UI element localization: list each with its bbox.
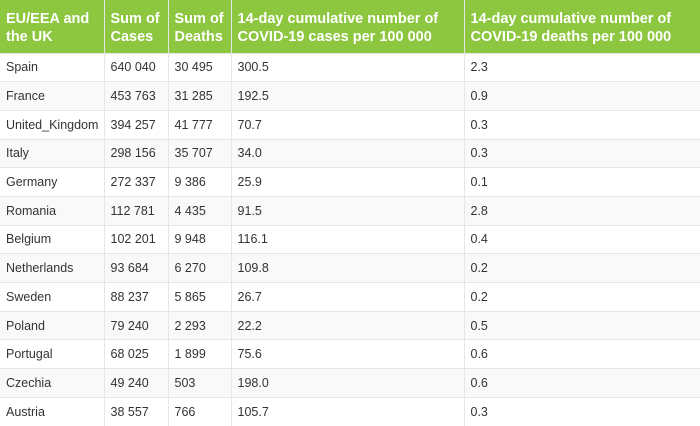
header-sum-of-deaths[interactable]: Sum of Deaths <box>168 0 232 53</box>
cell-sum-of-cases: 38 557 <box>104 396 169 426</box>
cell-country: Austria <box>0 396 105 426</box>
table-row: Belgium 102 201 9 948 116.1 0.4 <box>0 224 700 254</box>
cell-14day-deaths-per-100k: 0.3 <box>464 109 700 140</box>
table-row: Spain 640 040 30 495 300.5 2.3 <box>0 52 700 82</box>
cell-sum-of-deaths: 2 293 <box>168 310 232 340</box>
header-14day-deaths-per-100k[interactable]: 14-day cumulative number of COVID-19 dea… <box>464 0 700 53</box>
cell-sum-of-deaths: 1 899 <box>168 339 232 369</box>
table-row: Sweden 88 237 5 865 26.7 0.2 <box>0 282 700 312</box>
cell-14day-cases-per-100k: 70.7 <box>231 109 465 140</box>
cell-14day-cases-per-100k: 300.5 <box>231 52 465 82</box>
cell-sum-of-cases: 49 240 <box>104 368 169 398</box>
header-country[interactable]: EU/EEA and the UK <box>0 0 105 53</box>
cell-14day-deaths-per-100k: 0.2 <box>464 282 700 312</box>
cell-14day-deaths-per-100k: 0.4 <box>464 224 700 254</box>
table-row: Italy 298 156 35 707 34.0 0.3 <box>0 138 700 168</box>
table-row: Portugal 68 025 1 899 75.6 0.6 <box>0 339 700 369</box>
cell-14day-deaths-per-100k: 0.6 <box>464 339 700 369</box>
cell-country: Portugal <box>0 339 105 369</box>
cell-14day-deaths-per-100k: 0.9 <box>464 81 700 111</box>
cell-sum-of-deaths: 4 435 <box>168 195 232 226</box>
cell-14day-cases-per-100k: 34.0 <box>231 138 465 168</box>
cell-sum-of-cases: 79 240 <box>104 310 169 340</box>
cell-country: Italy <box>0 138 105 168</box>
cell-14day-cases-per-100k: 109.8 <box>231 253 465 283</box>
cell-sum-of-cases: 640 040 <box>104 52 169 82</box>
cell-sum-of-deaths: 9 386 <box>168 167 232 197</box>
covid-statistics-table: EU/EEA and the UK Sum of Cases Sum of De… <box>0 0 700 426</box>
cell-sum-of-deaths: 30 495 <box>168 52 232 82</box>
cell-sum-of-deaths: 9 948 <box>168 224 232 254</box>
cell-14day-deaths-per-100k: 0.3 <box>464 138 700 168</box>
cell-country: France <box>0 81 105 111</box>
table-row: Czechia 49 240 503 198.0 0.6 <box>0 368 700 398</box>
table-row: Germany 272 337 9 386 25.9 0.1 <box>0 167 700 197</box>
cell-14day-deaths-per-100k: 2.8 <box>464 195 700 226</box>
cell-14day-cases-per-100k: 192.5 <box>231 81 465 111</box>
cell-14day-cases-per-100k: 22.2 <box>231 310 465 340</box>
table-row: Netherlands 93 684 6 270 109.8 0.2 <box>0 253 700 283</box>
header-sum-of-cases[interactable]: Sum of Cases <box>104 0 169 53</box>
cell-14day-cases-per-100k: 75.6 <box>231 339 465 369</box>
cell-14day-cases-per-100k: 105.7 <box>231 396 465 426</box>
cell-country: Germany <box>0 167 105 197</box>
cell-sum-of-deaths: 41 777 <box>168 109 232 140</box>
cell-country: Romania <box>0 195 105 226</box>
cell-country: Spain <box>0 52 105 82</box>
cell-14day-deaths-per-100k: 0.2 <box>464 253 700 283</box>
cell-sum-of-cases: 88 237 <box>104 282 169 312</box>
cell-14day-deaths-per-100k: 0.1 <box>464 167 700 197</box>
cell-sum-of-cases: 272 337 <box>104 167 169 197</box>
cell-14day-deaths-per-100k: 0.3 <box>464 396 700 426</box>
header-14day-cases-per-100k[interactable]: 14-day cumulative number of COVID-19 cas… <box>231 0 465 53</box>
cell-country: Czechia <box>0 368 105 398</box>
cell-sum-of-deaths: 503 <box>168 368 232 398</box>
cell-sum-of-deaths: 35 707 <box>168 138 232 168</box>
cell-14day-cases-per-100k: 25.9 <box>231 167 465 197</box>
cell-country: Netherlands <box>0 253 105 283</box>
table-row: Austria 38 557 766 105.7 0.3 <box>0 396 700 426</box>
cell-sum-of-cases: 453 763 <box>104 81 169 111</box>
cell-country: United_Kingdom <box>0 109 105 140</box>
cell-sum-of-deaths: 6 270 <box>168 253 232 283</box>
table-row: Poland 79 240 2 293 22.2 0.5 <box>0 310 700 340</box>
table-row: France 453 763 31 285 192.5 0.9 <box>0 81 700 111</box>
cell-country: Belgium <box>0 224 105 254</box>
cell-14day-cases-per-100k: 116.1 <box>231 224 465 254</box>
table-header: EU/EEA and the UK Sum of Cases Sum of De… <box>0 0 700 53</box>
cell-country: Poland <box>0 310 105 340</box>
cell-14day-deaths-per-100k: 0.5 <box>464 310 700 340</box>
cell-sum-of-cases: 298 156 <box>104 138 169 168</box>
cell-14day-cases-per-100k: 91.5 <box>231 195 465 226</box>
cell-sum-of-deaths: 766 <box>168 396 232 426</box>
cell-country: Sweden <box>0 282 105 312</box>
cell-14day-cases-per-100k: 26.7 <box>231 282 465 312</box>
cell-sum-of-cases: 68 025 <box>104 339 169 369</box>
cell-sum-of-deaths: 31 285 <box>168 81 232 111</box>
cell-sum-of-cases: 112 781 <box>104 195 169 226</box>
header-row: EU/EEA and the UK Sum of Cases Sum of De… <box>0 0 700 53</box>
cell-sum-of-cases: 93 684 <box>104 253 169 283</box>
table-row: Romania 112 781 4 435 91.5 2.8 <box>0 195 700 226</box>
cell-14day-cases-per-100k: 198.0 <box>231 368 465 398</box>
cell-14day-deaths-per-100k: 0.6 <box>464 368 700 398</box>
table-body: Spain 640 040 30 495 300.5 2.3 France 453 763 3… <box>0 52 700 426</box>
cell-sum-of-deaths: 5 865 <box>168 282 232 312</box>
cell-sum-of-cases: 394 257 <box>104 109 169 140</box>
cell-14day-deaths-per-100k: 2.3 <box>464 52 700 82</box>
table-row: United_Kingdom 394 257 41 777 70.7 0.3 <box>0 109 700 140</box>
cell-sum-of-cases: 102 201 <box>104 224 169 254</box>
